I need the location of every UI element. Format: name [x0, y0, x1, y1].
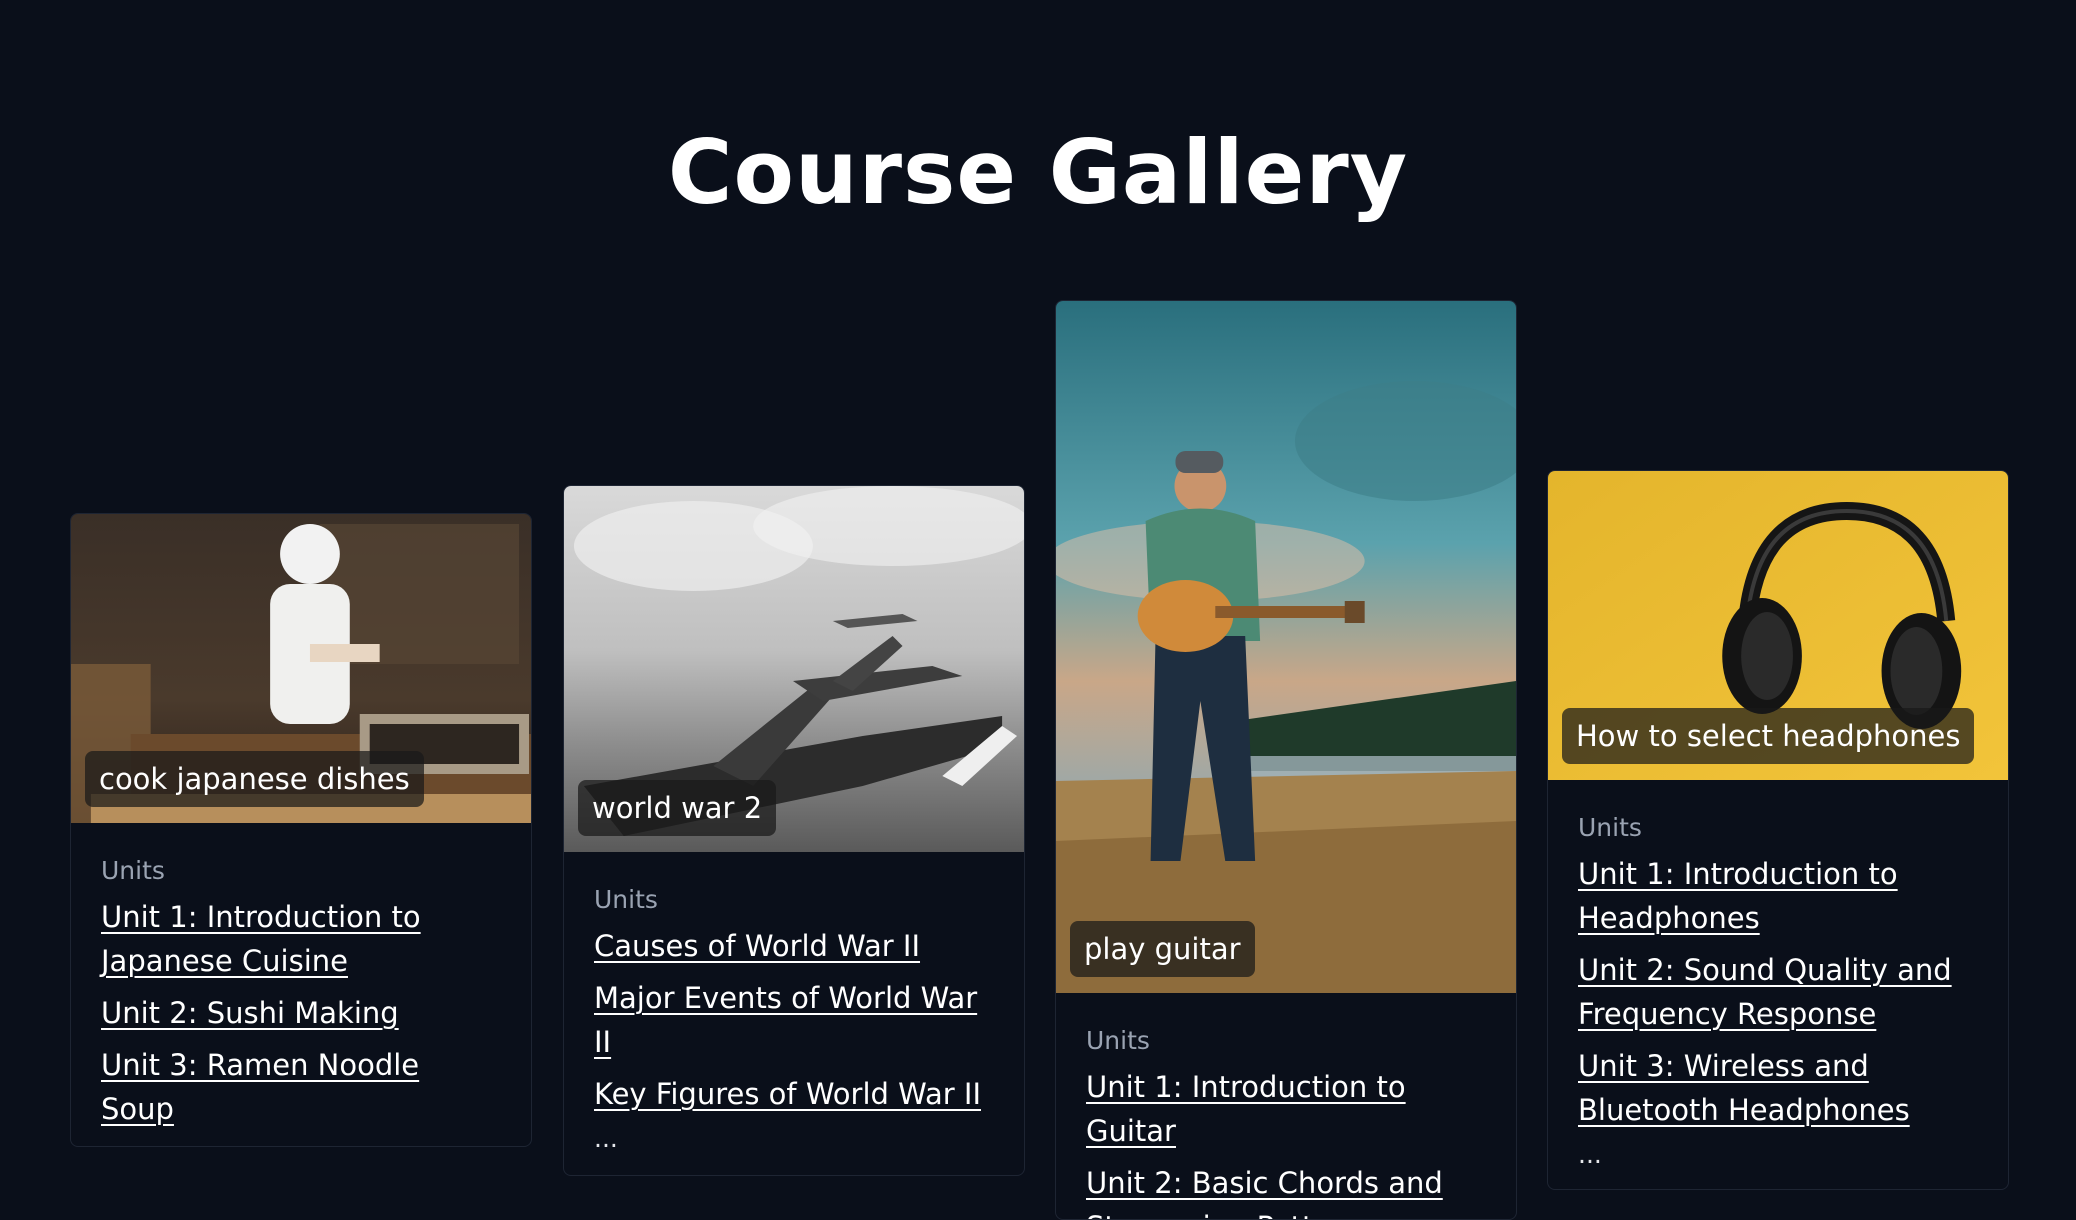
unit-link[interactable]: Unit 1: Introduction to Japanese Cuisine	[101, 900, 421, 978]
course-image: play guitar	[1056, 301, 1516, 993]
more-units-ellipsis: ...	[594, 1124, 618, 1153]
course-title-label: How to select headphones	[1562, 708, 1975, 764]
unit-list: Unit 1: Introduction to Guitar Unit 2: B…	[1086, 1065, 1486, 1219]
guitar-player-image	[1056, 301, 1516, 993]
unit-link[interactable]: Key Figures of World War II	[594, 1077, 981, 1111]
course-card-headphones[interactable]: How to select headphones Units Unit 1: I…	[1547, 470, 2009, 1190]
unit-link[interactable]: Unit 3: Wireless and Bluetooth Headphone…	[1578, 1049, 1910, 1127]
course-card-japanese[interactable]: cook japanese dishes Units Unit 1: Intro…	[70, 513, 532, 1147]
page-title: Course Gallery	[667, 121, 1409, 224]
units-label: Units	[1086, 1026, 1150, 1055]
unit-list: Unit 1: Introduction to Headphones Unit …	[1578, 852, 1978, 1132]
course-title-label: play guitar	[1070, 921, 1255, 977]
unit-link[interactable]: Unit 3: Ramen Noodle Soup	[101, 1048, 419, 1126]
course-image: cook japanese dishes	[71, 514, 531, 823]
course-image: world war 2	[564, 486, 1024, 852]
unit-link[interactable]: Unit 1: Introduction to Headphones	[1578, 857, 1898, 935]
unit-list: Causes of World War II Major Events of W…	[594, 924, 994, 1116]
unit-link[interactable]: Unit 2: Basic Chords and Strumming Patte…	[1086, 1166, 1443, 1219]
course-image: How to select headphones	[1548, 471, 2008, 780]
unit-list: Unit 1: Introduction to Japanese Cuisine…	[101, 895, 501, 1131]
course-card-guitar[interactable]: play guitar Units Unit 1: Introduction t…	[1055, 300, 1517, 1220]
unit-link[interactable]: Major Events of World War II	[594, 981, 977, 1059]
course-title-label: cook japanese dishes	[85, 751, 424, 807]
unit-link[interactable]: Unit 2: Sound Quality and Frequency Resp…	[1578, 953, 1952, 1031]
units-label: Units	[101, 856, 165, 885]
course-title-label: world war 2	[578, 780, 777, 836]
units-label: Units	[594, 885, 658, 914]
more-units-ellipsis: ...	[1578, 1140, 1602, 1169]
unit-link[interactable]: Unit 2: Sushi Making	[101, 996, 399, 1030]
course-card-world-war-2[interactable]: world war 2 Units Causes of World War II…	[563, 485, 1025, 1176]
unit-link[interactable]: Unit 1: Introduction to Guitar	[1086, 1070, 1406, 1148]
unit-link[interactable]: Causes of World War II	[594, 929, 920, 963]
units-label: Units	[1578, 813, 1642, 842]
more-units-ellipsis: ...	[101, 1139, 501, 1146]
